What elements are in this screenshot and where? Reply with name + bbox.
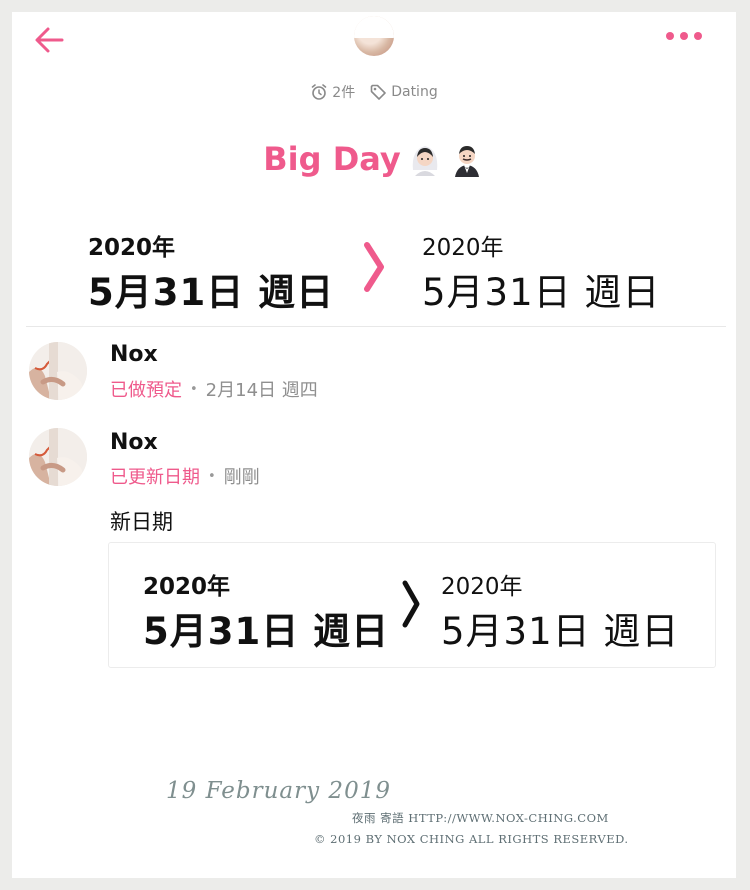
- new-date-label: 新日期: [110, 510, 173, 534]
- back-button[interactable]: [30, 20, 70, 60]
- activity-status: 已做預定: [110, 380, 182, 401]
- watermark-rights: © 2019 BY NOX CHING ALL RIGHTS RESERVED.: [314, 832, 629, 846]
- arrow-left-icon: [35, 27, 64, 53]
- separator-dot: •: [208, 468, 216, 484]
- range-start-date: 5月31日 週日: [143, 610, 390, 653]
- activity-time: 剛剛: [223, 467, 260, 488]
- range-end-year: 2020年: [441, 574, 523, 600]
- range-end: 2020年 5月31日 週日: [441, 567, 679, 655]
- ellipsis-dot-icon: [666, 32, 674, 40]
- event-title-row: Big Day: [12, 134, 736, 184]
- separator-dot: •: [190, 381, 198, 397]
- tag-icon: [370, 84, 387, 100]
- range-start: 2020年 5月31日 週日: [143, 567, 389, 655]
- activity-status-row: 已做預定 • 2月14日 週四: [110, 376, 318, 402]
- range-start-date: 5月31日 週日: [88, 271, 335, 314]
- range-start: 2020年 5月31日 週日: [88, 228, 334, 316]
- activity-avatar[interactable]: [29, 428, 87, 486]
- activity-status: 已更新日期: [110, 467, 200, 488]
- avatar-photo: [29, 428, 87, 486]
- range-end-date: 5月31日 週日: [441, 610, 680, 653]
- range-start-year: 2020年: [88, 235, 176, 261]
- new-date-card: 2020年 5月31日 週日 2020年 5月31日 週日: [108, 542, 716, 668]
- range-start-year: 2020年: [143, 574, 231, 600]
- category-label: Dating: [391, 84, 438, 100]
- alarm-clock-icon: [311, 84, 327, 100]
- event-meta: 2件 Dating: [12, 80, 736, 104]
- activity-avatar[interactable]: [29, 342, 87, 400]
- range-end: 2020年 5月31日 週日: [422, 228, 660, 316]
- range-end-date: 5月31日 週日: [422, 271, 661, 314]
- chevron-right-icon: [402, 580, 420, 628]
- watermark-url: 夜雨 寄語 HTTP://WWW.NOX-CHING.COM: [352, 811, 609, 825]
- watermark-date: 19 February 2019: [166, 778, 391, 804]
- range-end-year: 2020年: [422, 235, 504, 261]
- activity-status-row: 已更新日期 • 剛剛: [110, 463, 260, 489]
- activity-user-name: Nox: [110, 430, 158, 455]
- event-title: Big Day: [263, 140, 401, 178]
- activity-time: 2月14日 週四: [205, 380, 318, 401]
- category-tag[interactable]: Dating: [369, 83, 438, 101]
- event-detail-screen: 2件 Dating Big Day 2020年 5月31日 週日 2020年 5…: [12, 12, 736, 878]
- activity-user-name: Nox: [110, 342, 158, 367]
- avatar-photo: [29, 342, 87, 400]
- ellipsis-dot-icon: [694, 32, 702, 40]
- ellipsis-dot-icon: [680, 32, 688, 40]
- chevron-right-icon: [364, 242, 384, 292]
- avatar[interactable]: [354, 16, 394, 56]
- divider: [26, 326, 726, 327]
- more-options-button[interactable]: [660, 26, 708, 46]
- reminder-count[interactable]: 2件: [310, 82, 355, 102]
- groom-emoji-icon: [454, 146, 479, 177]
- bride-emoji-icon: [412, 146, 437, 176]
- reminder-count-label: 2件: [332, 85, 356, 101]
